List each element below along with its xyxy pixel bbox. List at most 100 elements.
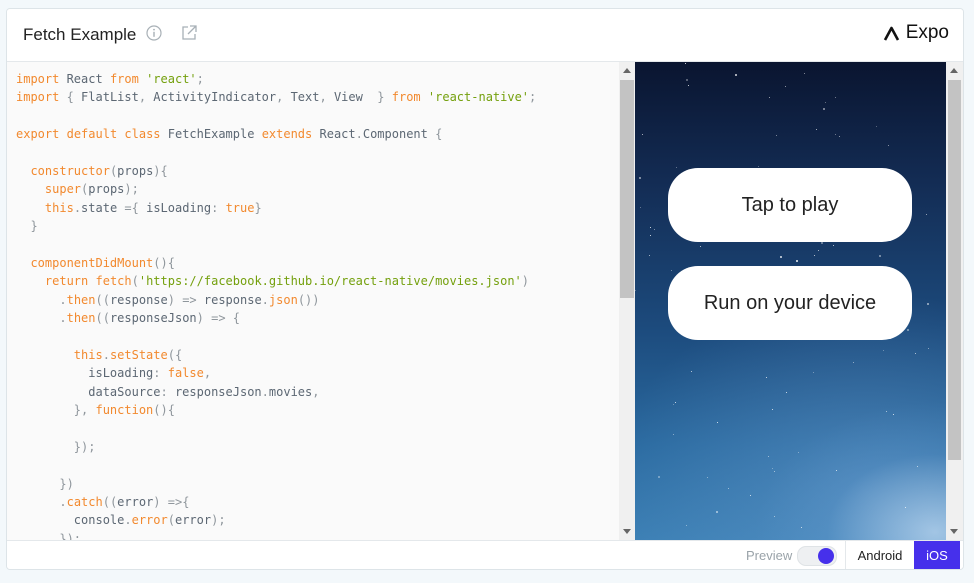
code-line[interactable]: import React from 'react'; <box>16 70 536 88</box>
code-line[interactable]: .then((response) => response.json()) <box>16 291 536 309</box>
code-line[interactable] <box>16 144 536 162</box>
preview-scroll-thumb[interactable] <box>948 80 961 460</box>
code-line[interactable]: console.error(error); <box>16 511 536 529</box>
star-decoration <box>717 422 718 423</box>
code-token: , <box>276 90 291 105</box>
preview-label: Preview <box>746 548 793 563</box>
expo-icon <box>883 26 899 41</box>
expo-logo[interactable]: Expo <box>883 22 949 44</box>
star-decoration <box>658 476 660 478</box>
star-decoration <box>654 229 655 230</box>
star-decoration <box>768 456 769 457</box>
code-editor[interactable]: import React from 'react'; import { FlatL… <box>7 62 619 540</box>
platform-ios-button[interactable]: iOS <box>914 541 960 569</box>
code-line[interactable]: dataSource: responseJson.movies, <box>16 383 536 401</box>
star-decoration <box>772 468 773 469</box>
code-token: }) <box>59 476 74 491</box>
code-line[interactable]: }, function(){ <box>16 401 536 419</box>
star-decoration <box>649 255 650 256</box>
code-token: from <box>391 90 421 105</box>
star-decoration <box>786 392 787 393</box>
preview-toggle[interactable] <box>797 546 837 566</box>
page-title: Fetch Example <box>23 25 137 44</box>
code-line[interactable]: this.state ={ isLoading: true} <box>16 199 536 217</box>
code-line[interactable] <box>16 419 536 437</box>
code-token: ; <box>196 72 204 86</box>
star-decoration <box>750 495 751 496</box>
code-token: ); <box>211 513 226 528</box>
code-line[interactable]: constructor(props){ <box>16 162 536 180</box>
code-line[interactable]: export default class FetchExample extend… <box>16 125 536 143</box>
code-line[interactable]: } <box>16 217 536 235</box>
preview-scrollbar[interactable] <box>946 62 963 540</box>
code-token: (( <box>102 494 118 509</box>
code-token: error <box>117 494 154 509</box>
star-decoration <box>821 242 823 244</box>
star-decoration <box>818 250 819 251</box>
code-line[interactable]: }) <box>16 475 536 493</box>
code-token: this <box>44 200 74 215</box>
code-line[interactable]: import { FlatList, ActivityIndicator, Te… <box>16 88 536 106</box>
code-token: componentDidMount <box>30 255 154 270</box>
code-token: import <box>16 90 60 105</box>
code-line[interactable] <box>16 327 536 345</box>
code-token: ( <box>131 274 139 289</box>
editor-scroll-thumb[interactable] <box>620 80 634 298</box>
code-token: function <box>95 403 154 418</box>
tap-to-play-button[interactable]: Tap to play <box>668 168 912 242</box>
code-token: , <box>312 384 320 399</box>
code-line[interactable]: isLoading: false, <box>16 364 536 382</box>
editor-scrollbar[interactable] <box>619 62 635 540</box>
code-token: : <box>160 384 175 399</box>
run-on-device-button[interactable]: Run on your device <box>668 266 912 340</box>
star-decoration <box>801 527 802 528</box>
code-token: }); <box>73 439 96 454</box>
code-line[interactable]: .catch((error) =>{ <box>16 493 536 511</box>
code-token: }, <box>73 403 96 418</box>
code-line[interactable] <box>16 107 536 125</box>
star-decoration <box>836 470 837 471</box>
star-decoration <box>825 102 826 103</box>
scroll-up-icon[interactable] <box>623 68 631 73</box>
scroll-down-icon[interactable] <box>950 529 958 534</box>
code-token: { <box>435 127 443 142</box>
code-line[interactable]: return fetch('https://facebook.github.io… <box>16 272 536 290</box>
device-preview: Tap to play Run on your device <box>635 62 946 540</box>
code-content[interactable]: import React from 'react'; import { FlatL… <box>16 70 536 540</box>
star-decoration <box>926 214 927 215</box>
star-decoration <box>879 255 881 257</box>
scroll-down-icon[interactable] <box>623 529 631 534</box>
code-token: . <box>261 384 269 399</box>
code-token: }); <box>59 531 82 540</box>
code-token: true <box>225 200 255 215</box>
star-decoration <box>685 63 686 64</box>
code-token: response <box>109 292 168 307</box>
code-token: (){ <box>153 255 175 270</box>
code-line[interactable] <box>16 236 536 254</box>
code-token: from <box>109 72 139 86</box>
external-link-icon[interactable] <box>180 24 198 42</box>
code-line[interactable]: componentDidMount(){ <box>16 254 536 272</box>
star-decoration <box>671 270 672 271</box>
star-decoration <box>833 245 834 246</box>
platform-android-button[interactable]: Android <box>846 541 914 569</box>
code-line[interactable]: this.setState({ <box>16 346 536 364</box>
star-decoration <box>691 371 692 372</box>
info-icon[interactable] <box>146 25 162 41</box>
code-token: { <box>59 90 82 105</box>
star-decoration <box>917 466 918 467</box>
star-decoration <box>686 525 687 526</box>
star-decoration <box>927 303 929 305</box>
code-line[interactable] <box>16 456 536 474</box>
code-line[interactable]: super(props); <box>16 180 536 198</box>
code-line[interactable]: }); <box>16 530 536 540</box>
scroll-up-icon[interactable] <box>950 68 958 73</box>
code-line[interactable]: }); <box>16 438 536 456</box>
code-line[interactable]: .then((responseJson) => { <box>16 309 536 327</box>
code-token: React <box>59 72 110 86</box>
code-token: . <box>124 513 132 528</box>
